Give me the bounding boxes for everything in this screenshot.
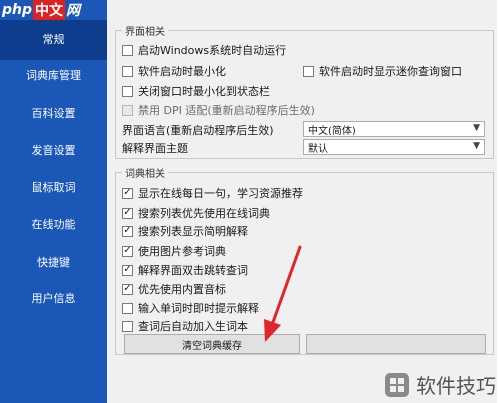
watermark-text: 软件技巧 — [416, 374, 496, 398]
watermark-logo-icon — [385, 372, 409, 397]
annotation-arrow — [264, 245, 302, 342]
watermark: 软件技巧 — [384, 370, 496, 399]
